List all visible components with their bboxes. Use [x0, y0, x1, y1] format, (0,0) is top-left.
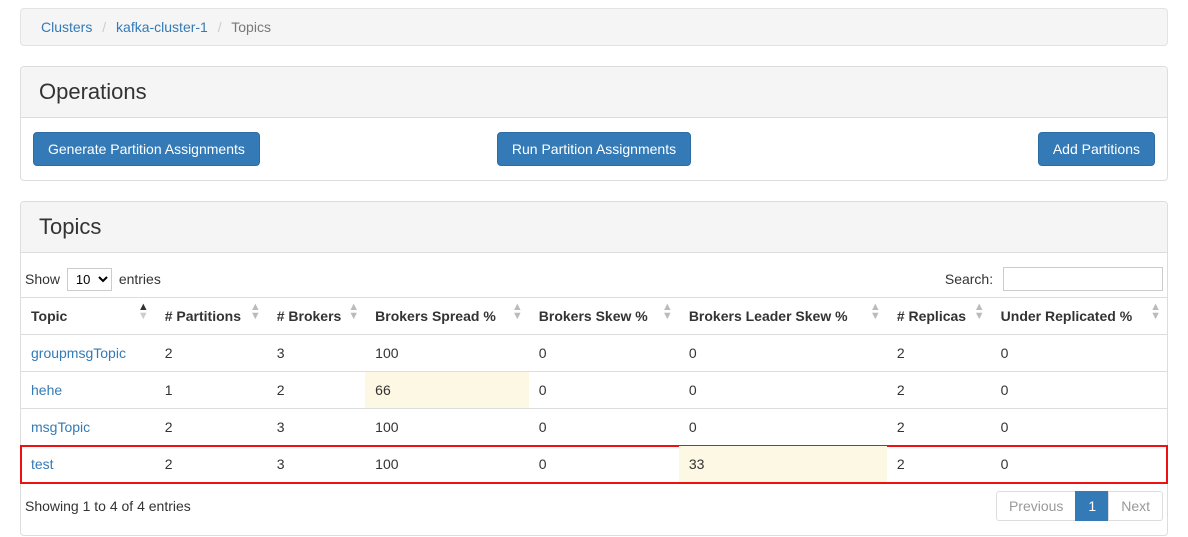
cell-leader-skew: 33 [679, 446, 887, 483]
cell-under-replicated: 0 [991, 372, 1167, 409]
topics-heading: Topics [21, 202, 1167, 253]
cell-spread: 100 [365, 409, 529, 446]
table-row: msgTopic231000020 [21, 409, 1167, 446]
col-replicas-label: # Replicas [897, 308, 966, 324]
table-length-control: Show 10 entries [25, 268, 161, 291]
topic-link[interactable]: msgTopic [31, 419, 90, 435]
cell-skew: 0 [529, 409, 679, 446]
operations-panel: Operations Generate Partition Assignment… [20, 66, 1168, 181]
sort-icon: ▲▼ [974, 304, 985, 320]
sort-icon: ▲▼ [512, 304, 523, 320]
breadcrumb-separator: / [212, 19, 228, 35]
cell-topic: msgTopic [21, 409, 155, 446]
cell-partitions: 1 [155, 372, 267, 409]
cell-brokers: 3 [267, 446, 365, 483]
pagination: Previous 1 Next [997, 491, 1163, 521]
prev-page-button[interactable]: Previous [996, 491, 1076, 521]
col-topic[interactable]: Topic ▲▼ [21, 298, 155, 335]
cell-replicas: 2 [887, 372, 991, 409]
sort-icon: ▲▼ [348, 304, 359, 320]
breadcrumb: Clusters / kafka-cluster-1 / Topics [20, 8, 1168, 46]
cell-replicas: 2 [887, 446, 991, 483]
sort-icon: ▲▼ [662, 304, 673, 320]
page-1-button[interactable]: 1 [1075, 491, 1109, 521]
cell-under-replicated: 0 [991, 446, 1167, 483]
next-page-button[interactable]: Next [1108, 491, 1163, 521]
col-replicas[interactable]: # Replicas ▲▼ [887, 298, 991, 335]
breadcrumb-clusters-link[interactable]: Clusters [41, 19, 92, 35]
cell-skew: 0 [529, 335, 679, 372]
topic-link[interactable]: hehe [31, 382, 62, 398]
breadcrumb-current: Topics [231, 19, 271, 35]
cell-skew: 0 [529, 446, 679, 483]
col-skew[interactable]: Brokers Skew % ▲▼ [529, 298, 679, 335]
cell-partitions: 2 [155, 446, 267, 483]
sort-icon: ▲▼ [250, 304, 261, 320]
breadcrumb-separator: / [96, 19, 112, 35]
col-under-replicated[interactable]: Under Replicated % ▲▼ [991, 298, 1167, 335]
col-brokers-label: # Brokers [277, 308, 342, 324]
col-topic-label: Topic [31, 308, 67, 324]
cell-under-replicated: 0 [991, 335, 1167, 372]
topics-panel: Topics Show 10 entries Search: Topic ▲▼ [20, 201, 1168, 536]
col-brokers[interactable]: # Brokers ▲▼ [267, 298, 365, 335]
search-input[interactable] [1003, 267, 1163, 291]
cell-topic: hehe [21, 372, 155, 409]
table-info: Showing 1 to 4 of 4 entries [25, 498, 191, 514]
show-label-pre: Show [25, 271, 60, 287]
col-spread-label: Brokers Spread % [375, 308, 496, 324]
topic-link[interactable]: groupmsgTopic [31, 345, 126, 361]
cell-brokers: 3 [267, 335, 365, 372]
sort-icon: ▲▼ [870, 304, 881, 320]
col-skew-label: Brokers Skew % [539, 308, 648, 324]
cell-brokers: 3 [267, 409, 365, 446]
cell-leader-skew: 0 [679, 335, 887, 372]
cell-partitions: 2 [155, 409, 267, 446]
col-under-replicated-label: Under Replicated % [1001, 308, 1132, 324]
col-partitions[interactable]: # Partitions ▲▼ [155, 298, 267, 335]
table-row: groupmsgTopic231000020 [21, 335, 1167, 372]
col-leader-skew-label: Brokers Leader Skew % [689, 308, 848, 324]
cell-skew: 0 [529, 372, 679, 409]
operations-heading: Operations [21, 67, 1167, 118]
cell-topic: groupmsgTopic [21, 335, 155, 372]
cell-spread: 66 [365, 372, 529, 409]
cell-spread: 100 [365, 335, 529, 372]
cell-replicas: 2 [887, 409, 991, 446]
add-partitions-button[interactable]: Add Partitions [1038, 132, 1155, 166]
cell-replicas: 2 [887, 335, 991, 372]
cell-leader-skew: 0 [679, 409, 887, 446]
table-search-control: Search: [945, 267, 1163, 291]
col-leader-skew[interactable]: Brokers Leader Skew % ▲▼ [679, 298, 887, 335]
cell-partitions: 2 [155, 335, 267, 372]
cell-brokers: 2 [267, 372, 365, 409]
cell-topic: test [21, 446, 155, 483]
breadcrumb-cluster-link[interactable]: kafka-cluster-1 [116, 19, 208, 35]
show-label-post: entries [119, 271, 161, 287]
generate-partition-assignments-button[interactable]: Generate Partition Assignments [33, 132, 260, 166]
cell-under-replicated: 0 [991, 409, 1167, 446]
search-label: Search: [945, 271, 993, 287]
cell-leader-skew: 0 [679, 372, 887, 409]
col-partitions-label: # Partitions [165, 308, 241, 324]
run-partition-assignments-button[interactable]: Run Partition Assignments [497, 132, 691, 166]
cell-spread: 100 [365, 446, 529, 483]
sort-icon: ▲▼ [1150, 304, 1161, 320]
col-spread[interactable]: Brokers Spread % ▲▼ [365, 298, 529, 335]
table-row: hehe12660020 [21, 372, 1167, 409]
sort-icon: ▲▼ [138, 304, 149, 320]
table-row: test2310003320 [21, 446, 1167, 483]
topics-table: Topic ▲▼ # Partitions ▲▼ # Brokers ▲▼ Br… [21, 297, 1167, 483]
topic-link[interactable]: test [31, 456, 54, 472]
entries-per-page-select[interactable]: 10 [67, 268, 112, 291]
